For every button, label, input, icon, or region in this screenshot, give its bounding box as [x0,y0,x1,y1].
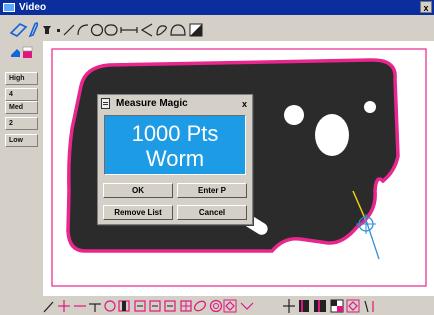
chevron-down-icon[interactable] [240,302,254,310]
box-gauge-2-icon[interactable] [149,300,161,312]
display-points: 1000 Pts [131,121,219,146]
zoom-med-button[interactable]: Med [5,101,38,114]
grid-icon[interactable] [180,300,192,312]
bottom-toolbar [0,296,434,315]
measure-magic-dialog: Measure Magic x 1000 Pts Worm OK Enter P… [97,94,253,225]
lasso-select-icon[interactable] [28,22,39,38]
box-gauge-1-icon[interactable] [134,300,146,312]
dialog-title: Measure Magic [116,98,188,109]
window-title: Video [19,2,47,13]
bars-icon[interactable] [314,300,326,312]
pattern-icon[interactable] [330,299,344,313]
zoom-low-button[interactable]: Low [5,134,38,147]
title-bar: Video x [0,0,434,15]
pen-icon[interactable] [43,301,54,313]
diamond-icon[interactable] [223,299,237,313]
distance-icon[interactable] [120,27,138,33]
line-icon[interactable] [63,24,75,36]
box-gauge-3-icon[interactable] [164,300,176,312]
freeform-icon[interactable] [156,25,167,36]
enter-p-button[interactable]: Enter P [177,183,247,198]
ellipse-icon[interactable] [193,299,207,312]
angle-icon[interactable] [140,23,153,37]
left-panel: High 4 Med 2 Low [0,41,43,296]
bar-icon[interactable] [299,300,309,312]
zoom-4-button[interactable]: 4 [5,88,38,101]
stamp-tool-icon[interactable] [11,49,20,57]
crosshair-icon[interactable] [283,299,295,313]
rect-gauge-icon[interactable] [118,300,130,312]
dialog-title-bar: Measure Magic x [100,97,250,111]
circle-icon[interactable] [90,23,104,37]
part-hole-small [284,105,304,125]
polygon-select-icon[interactable] [9,23,28,37]
diamond-box-icon[interactable] [346,299,360,313]
measurement-display: 1000 Pts Worm [104,115,246,175]
point-icon[interactable] [57,29,60,32]
circle-gauge-icon[interactable] [104,300,116,312]
ok-button[interactable]: OK [103,183,173,198]
document-icon [101,98,110,109]
eraser-tool-icon[interactable] [22,46,33,58]
window-close-button[interactable]: x [420,1,432,13]
app-icon [3,3,15,12]
top-toolbar [0,15,434,41]
remove-list-button[interactable]: Remove List [103,205,173,220]
display-mode: Worm [145,146,205,171]
part-hole-large [315,114,349,156]
fill-icon[interactable] [43,26,51,34]
dialog-close-button[interactable]: x [242,98,247,110]
arc-icon[interactable] [77,24,89,36]
concentric-icon[interactable] [209,299,223,313]
half-circle-icon[interactable] [170,24,186,36]
slot-icon[interactable] [104,24,118,36]
contrast-icon[interactable] [189,23,203,37]
measure-line-blue [364,216,380,260]
part-hole-right [364,101,376,113]
cross-icon[interactable] [58,300,70,312]
zoom-high-button[interactable]: High [5,72,38,85]
tee-icon[interactable] [89,303,101,312]
edge-icon[interactable] [364,300,374,313]
cancel-button[interactable]: Cancel [177,205,247,220]
zoom-2-button[interactable]: 2 [5,117,38,130]
